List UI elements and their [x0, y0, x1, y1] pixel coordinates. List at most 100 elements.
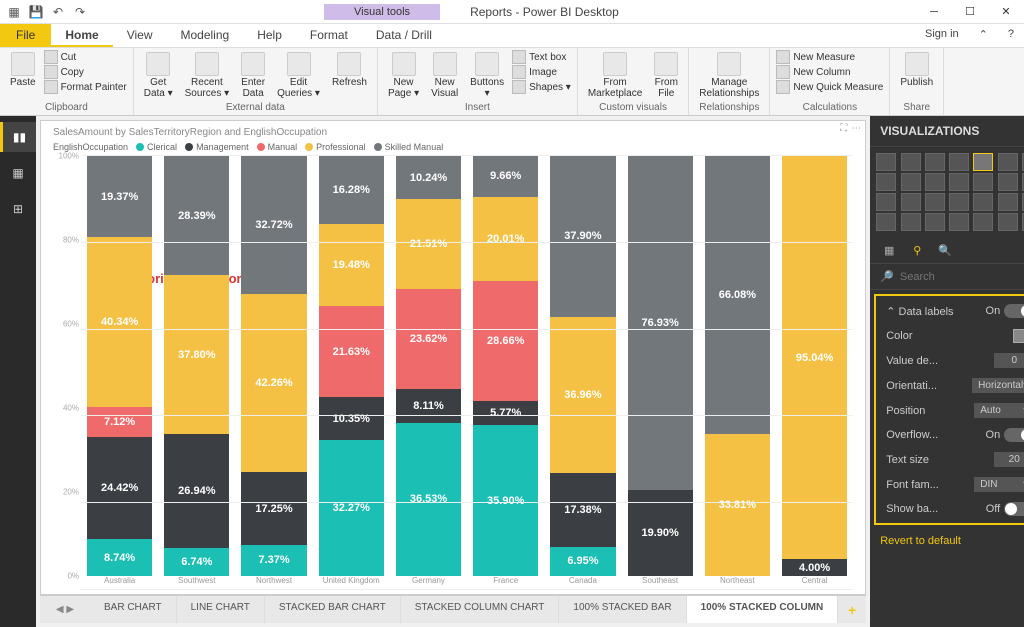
analytics-tab-icon[interactable]: 🔍: [936, 241, 954, 259]
menu-tab-view[interactable]: View: [113, 24, 167, 47]
orientation-dropdown[interactable]: Horizontal▾: [972, 378, 1024, 393]
search-input[interactable]: [900, 271, 1024, 283]
page-tab[interactable]: BAR CHART: [90, 596, 177, 623]
font-family-dropdown[interactable]: DIN▾: [974, 477, 1024, 492]
ribbon-button[interactable]: New Column: [776, 65, 883, 79]
viz-type-icon[interactable]: [949, 153, 969, 171]
ribbon-button[interactable]: New Page ▾: [384, 50, 423, 101]
viz-type-icon[interactable]: [998, 213, 1018, 231]
bar-column[interactable]: 33.81%66.08%: [699, 156, 776, 576]
help-icon[interactable]: ⌃: [969, 24, 998, 47]
ribbon-button[interactable]: Copy: [44, 65, 127, 79]
menu-tab-help[interactable]: Help: [243, 24, 296, 47]
bar-column[interactable]: 36.53%8.11%23.62%21.51%10.24%: [390, 156, 467, 576]
bar-column[interactable]: 8.74%24.42%7.12%40.34%19.37%: [81, 156, 158, 576]
viz-type-icon[interactable]: [925, 173, 945, 191]
save-icon[interactable]: 💾: [26, 2, 46, 22]
color-picker[interactable]: [1013, 329, 1024, 343]
redo-icon[interactable]: ↷: [70, 2, 90, 22]
page-tab[interactable]: STACKED BAR CHART: [265, 596, 401, 623]
bar-column[interactable]: 35.90%5.77%28.66%20.01%9.66%: [467, 156, 544, 576]
file-tab[interactable]: File: [0, 24, 51, 47]
viz-type-icon[interactable]: [901, 153, 921, 171]
overflow-toggle[interactable]: [1004, 428, 1024, 442]
ribbon-button[interactable]: Get Data ▾: [140, 50, 177, 101]
menu-tab-modeling[interactable]: Modeling: [166, 24, 243, 47]
ribbon-button[interactable]: Image: [512, 65, 571, 79]
menu-tab-datadrill[interactable]: Data / Drill: [362, 24, 446, 47]
help-q-icon[interactable]: ?: [998, 24, 1024, 47]
ribbon-button[interactable]: Format Painter: [44, 80, 127, 94]
app-icon[interactable]: ▦: [4, 2, 24, 22]
undo-icon[interactable]: ↶: [48, 2, 68, 22]
ribbon-button[interactable]: Recent Sources ▾: [181, 50, 233, 101]
ribbon-button[interactable]: New Visual: [427, 50, 462, 101]
page-tab[interactable]: LINE CHART: [177, 596, 265, 623]
viz-type-icon[interactable]: [876, 153, 896, 171]
maximize-button[interactable]: ☐: [952, 0, 988, 24]
data-view-icon[interactable]: ▦: [0, 158, 36, 188]
viz-type-icon[interactable]: [949, 173, 969, 191]
menu-tab-format[interactable]: Format: [296, 24, 362, 47]
focus-mode-icon[interactable]: ⛶: [840, 123, 847, 134]
viz-type-icon[interactable]: [949, 213, 969, 231]
ribbon-button[interactable]: Enter Data: [237, 50, 269, 101]
position-dropdown[interactable]: Auto▾: [974, 403, 1024, 418]
viz-type-icon[interactable]: [998, 153, 1018, 171]
ribbon-button[interactable]: Paste: [6, 50, 40, 90]
ribbon-button[interactable]: New Measure: [776, 50, 883, 64]
ribbon-button[interactable]: Buttons ▾: [466, 50, 508, 101]
viz-type-icon[interactable]: [925, 193, 945, 211]
signin-link[interactable]: Sign in: [915, 24, 969, 47]
ribbon-button[interactable]: Cut: [44, 50, 127, 64]
viz-type-icon[interactable]: [876, 173, 896, 191]
value-decimals-input[interactable]: 0: [994, 353, 1024, 368]
bar-column[interactable]: 6.95%17.38%36.96%37.90%: [544, 156, 621, 576]
visualizations-header[interactable]: VISUALIZATIONS›: [870, 116, 1024, 147]
fields-tab-icon[interactable]: ▦: [880, 241, 898, 259]
ribbon-button[interactable]: Text box: [512, 50, 571, 64]
ribbon-button[interactable]: New Quick Measure: [776, 80, 883, 94]
bar-column[interactable]: 32.27%10.35%21.63%19.48%16.28%: [313, 156, 390, 576]
viz-type-icon[interactable]: [949, 193, 969, 211]
bar-column[interactable]: 19.90%76.93%: [622, 156, 699, 576]
viz-type-icon[interactable]: [901, 173, 921, 191]
text-size-input[interactable]: 20: [994, 452, 1024, 467]
model-view-icon[interactable]: ⊞: [0, 194, 36, 224]
data-labels-toggle[interactable]: [1004, 304, 1024, 318]
viz-type-icon[interactable]: [901, 193, 921, 211]
page-nav[interactable]: ◀ ▶: [40, 596, 90, 623]
viz-type-icon[interactable]: [876, 193, 896, 211]
page-tab[interactable]: 100% STACKED COLUMN: [687, 596, 839, 623]
ribbon-button[interactable]: Manage Relationships: [695, 50, 763, 101]
ribbon-button[interactable]: Shapes ▾: [512, 80, 571, 94]
viz-type-icon[interactable]: [876, 213, 896, 231]
report-view-icon[interactable]: ▮▮: [0, 122, 36, 152]
bar-column[interactable]: 7.37%17.25%42.26%32.72%: [235, 156, 312, 576]
revert-to-default-link[interactable]: Revert to default: [870, 529, 1024, 553]
bar-column[interactable]: 4.00%95.04%: [776, 156, 853, 576]
close-button[interactable]: ✕: [988, 0, 1024, 24]
ribbon-button[interactable]: Refresh: [328, 50, 371, 90]
viz-type-icon[interactable]: [925, 213, 945, 231]
data-labels-header[interactable]: ⌃ Data labels On: [878, 298, 1024, 324]
ribbon-button[interactable]: From File: [650, 50, 682, 101]
viz-type-icon[interactable]: [973, 213, 993, 231]
show-background-toggle[interactable]: [1004, 502, 1024, 516]
bar-column[interactable]: 6.74%26.94%37.80%28.39%: [158, 156, 235, 576]
more-options-icon[interactable]: ⋯: [851, 123, 861, 134]
viz-type-icon[interactable]: [925, 153, 945, 171]
minimize-button[interactable]: ─: [916, 0, 952, 24]
add-page-button[interactable]: +: [838, 596, 866, 623]
menu-tab-home[interactable]: Home: [51, 24, 112, 47]
chart-visual[interactable]: ⛶ ⋯ SalesAmount by SalesTerritoryRegion …: [40, 120, 866, 595]
viz-type-icon[interactable]: [973, 153, 993, 171]
viz-type-icon[interactable]: [973, 193, 993, 211]
page-tab[interactable]: 100% STACKED BAR: [559, 596, 686, 623]
viz-type-icon[interactable]: [998, 173, 1018, 191]
page-tab[interactable]: STACKED COLUMN CHART: [401, 596, 560, 623]
ribbon-button[interactable]: Publish: [896, 50, 937, 90]
viz-type-icon[interactable]: [901, 213, 921, 231]
format-tab-icon[interactable]: ⚲: [908, 241, 926, 259]
ribbon-button[interactable]: Edit Queries ▾: [273, 50, 324, 101]
